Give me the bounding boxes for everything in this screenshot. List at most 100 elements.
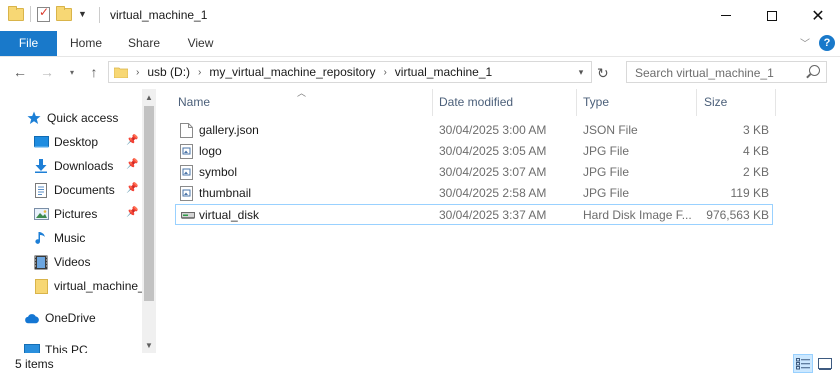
sidebar-item-label: Downloads	[54, 159, 114, 173]
search-input[interactable]	[633, 63, 807, 83]
file-row-symbol[interactable]: symbol 30/04/2025 3:07 AM JPG File 2 KB	[175, 162, 773, 183]
forward-button[interactable]: →	[38, 63, 56, 81]
column-header-date-modified[interactable]: Date modified	[439, 89, 513, 116]
back-button[interactable]: ←	[11, 63, 29, 81]
file-type: JPG File	[583, 165, 630, 179]
window-title: virtual_machine_1	[110, 8, 208, 22]
expand-ribbon-chevron-icon[interactable]: ﹀	[800, 35, 810, 50]
sidebar-item-this-pc[interactable]: This PC	[24, 339, 158, 353]
navigation-pane-scrollbar[interactable]: ▲ ▼	[142, 89, 156, 353]
document-icon	[180, 123, 193, 138]
sidebar-item-label: This PC	[45, 343, 88, 353]
customize-toolbar-dropdown-icon[interactable]: ▼	[78, 9, 87, 19]
sidebar-item-label: Music	[54, 231, 86, 245]
address-bar[interactable]: › usb (D:) › my_virtual_machine_reposito…	[108, 61, 592, 83]
large-icons-view-button[interactable]	[815, 354, 835, 373]
column-divider[interactable]	[775, 89, 776, 116]
sidebar-item-downloads[interactable]: Downloads	[33, 155, 158, 177]
cloud-icon	[24, 310, 40, 326]
sidebar-item-music[interactable]: Music	[33, 227, 158, 249]
tab-home[interactable]: Home	[57, 31, 115, 56]
file-row-logo[interactable]: logo 30/04/2025 3:05 AM JPG File 4 KB	[175, 141, 773, 162]
sidebar-item-pictures[interactable]: Pictures	[33, 203, 158, 225]
details-view-button[interactable]	[793, 354, 813, 373]
help-icon[interactable]: ?	[819, 35, 835, 51]
file-list: ︿ Name Date modified Type Size gallery.j…	[158, 88, 840, 353]
breadcrumb-usb-drive[interactable]: usb (D:)	[147, 65, 190, 79]
file-size: 3 KB	[742, 123, 769, 137]
column-header-size[interactable]: Size	[704, 89, 727, 116]
tab-view[interactable]: View	[173, 31, 228, 56]
sidebar-item-label: Pictures	[54, 207, 98, 221]
tab-share[interactable]: Share	[115, 31, 173, 56]
close-icon: ✕	[811, 7, 825, 25]
folder-icon[interactable]	[8, 5, 24, 21]
file-size: 976,563 KB	[706, 208, 769, 222]
scrollbar-thumb[interactable]	[144, 106, 154, 301]
column-header-name[interactable]: Name	[178, 89, 210, 116]
minimize-icon	[721, 15, 731, 16]
file-type: JPG File	[583, 144, 630, 158]
recent-locations-chevron-icon[interactable]: ▾	[66, 63, 78, 81]
quick-access-toolbar: ▼	[8, 5, 87, 22]
pin-icon[interactable]: 📌	[126, 159, 138, 170]
close-button[interactable]: ✕	[795, 0, 840, 31]
address-history-dropdown-icon[interactable]: ▾	[571, 62, 591, 82]
file-row-thumbnail[interactable]: thumbnail 30/04/2025 2:58 AM JPG File 11…	[175, 183, 773, 204]
sidebar-item-desktop[interactable]: Desktop	[33, 131, 158, 153]
folder-icon	[33, 278, 49, 294]
file-name: virtual_disk	[199, 208, 260, 222]
refresh-icon[interactable]: ↻	[597, 65, 609, 82]
maximize-button[interactable]	[749, 0, 795, 31]
minimize-button[interactable]	[703, 0, 749, 31]
ribbon-tabs: File Home Share View ﹀ ?	[0, 31, 840, 57]
sidebar-item-videos[interactable]: Videos	[33, 251, 158, 273]
folder-icon	[114, 67, 128, 78]
file-date-modified: 30/04/2025 3:07 AM	[439, 165, 547, 179]
tab-file[interactable]: File	[0, 31, 57, 56]
scroll-up-icon[interactable]: ▲	[142, 89, 156, 105]
star-icon	[26, 110, 42, 126]
file-date-modified: 30/04/2025 3:00 AM	[439, 123, 547, 137]
file-row-gallery-json[interactable]: gallery.json 30/04/2025 3:00 AM JSON Fil…	[175, 120, 773, 141]
new-folder-icon[interactable]	[56, 5, 72, 21]
breadcrumb-repository[interactable]: my_virtual_machine_repository	[209, 65, 375, 79]
column-header-type[interactable]: Type	[583, 89, 609, 116]
breadcrumb-current-folder[interactable]: virtual_machine_1	[395, 65, 492, 79]
pin-icon[interactable]: 📌	[126, 183, 138, 194]
desktop-icon	[33, 134, 49, 150]
sidebar-item-label: OneDrive	[45, 311, 96, 325]
videos-icon	[33, 254, 49, 270]
scroll-down-icon[interactable]: ▼	[142, 337, 156, 353]
documents-icon	[33, 182, 49, 198]
computer-icon	[24, 342, 40, 353]
file-name: gallery.json	[199, 123, 259, 137]
up-button[interactable]: ↑	[85, 63, 103, 81]
breadcrumb-chevron-icon[interactable]: ›	[383, 67, 386, 78]
sidebar-item-virtual-machine-folder[interactable]: virtual_machine_	[33, 275, 142, 297]
sidebar-item-documents[interactable]: Documents	[33, 179, 158, 201]
maximize-icon	[767, 10, 777, 21]
column-divider[interactable]	[696, 89, 697, 116]
file-type: JPG File	[583, 186, 630, 200]
divider	[99, 7, 100, 23]
search-icon[interactable]	[809, 65, 820, 76]
pin-icon[interactable]: 📌	[126, 207, 138, 218]
sidebar-item-label: virtual_machine_	[54, 279, 142, 293]
column-divider[interactable]	[432, 89, 433, 116]
breadcrumb-chevron-icon[interactable]: ›	[198, 67, 201, 78]
file-size: 4 KB	[742, 144, 769, 158]
file-row-virtual-disk[interactable]: virtual_disk 30/04/2025 3:37 AM Hard Dis…	[175, 204, 773, 225]
file-date-modified: 30/04/2025 2:58 AM	[439, 186, 547, 200]
sidebar-item-label: Documents	[54, 183, 115, 197]
properties-icon[interactable]	[37, 5, 50, 22]
navigation-bar: ← → ▾ ↑ › usb (D:) › my_virtual_machine_…	[0, 56, 840, 89]
sidebar-item-quick-access[interactable]: Quick access	[26, 107, 158, 129]
pin-icon[interactable]: 📌	[126, 135, 138, 146]
column-divider[interactable]	[576, 89, 577, 116]
divider	[30, 6, 31, 22]
sidebar-item-onedrive[interactable]: OneDrive	[24, 307, 158, 329]
breadcrumb-chevron-icon[interactable]: ›	[136, 67, 139, 78]
file-date-modified: 30/04/2025 3:05 AM	[439, 144, 547, 158]
search-box[interactable]	[626, 61, 827, 83]
